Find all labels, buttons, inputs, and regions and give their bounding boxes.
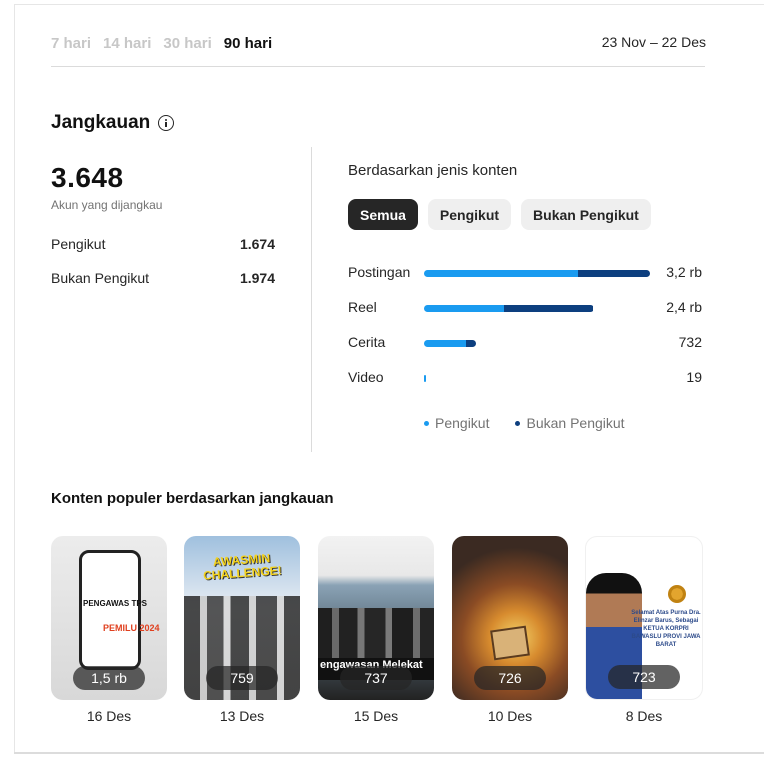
bar-segment-non-followers (577, 270, 650, 277)
bar-value: 732 (678, 334, 702, 350)
filter-chip-semua[interactable]: Semua (348, 199, 418, 230)
filter-chip-pengikut[interactable]: Pengikut (427, 199, 512, 230)
bar-value: 2,4 rb (666, 299, 702, 315)
legend-dot-followers (424, 420, 429, 426)
bar-segment-non-followers (466, 340, 476, 347)
bar-track (424, 340, 476, 347)
reach-count-badge: 726 (474, 666, 546, 690)
legend-label: Bukan Pengikut (526, 415, 625, 431)
bar-value: 19 (686, 369, 702, 385)
bar-value: 3,2 rb (666, 264, 702, 280)
stat-row-followers: Pengikut 1.674 (51, 236, 275, 252)
frame-border-left (14, 4, 15, 754)
stat-row-non-followers: Bukan Pengikut 1.974 (51, 270, 275, 286)
popular-post-thumbnail[interactable]: engawasan Melekat 737 (318, 536, 434, 700)
thumbnail-caption: Selamat Atas Purna Dra. Elinzar Barus, S… (631, 610, 701, 649)
tab-90-hari[interactable]: 90 hari (224, 35, 272, 52)
post-date: 15 Des (353, 708, 399, 724)
stat-label: Bukan Pengikut (51, 270, 150, 286)
bar-row-cerita: Cerita 732 (348, 334, 702, 354)
tab-30-hari[interactable]: 30 hari (163, 35, 211, 52)
filter-chip-bukan-pengikut[interactable]: Bukan Pengikut (521, 199, 651, 230)
bar-label: Cerita (348, 334, 386, 350)
bar-track (424, 305, 594, 312)
tab-14-hari[interactable]: 14 hari (103, 35, 151, 52)
post-date: 8 Des (625, 708, 663, 724)
phone-graphic (79, 550, 141, 670)
legend-dot-non-followers (515, 420, 521, 426)
popular-post-thumbnail[interactable]: PENGAWAS TPS PEMILU 2024 1,5 rb (51, 536, 167, 700)
reach-count-badge: 723 (608, 665, 680, 689)
reach-count-badge: 1,5 rb (73, 666, 145, 690)
post-date: 13 Des (219, 708, 265, 724)
reach-total: 3.648 (51, 162, 124, 193)
by-content-title: Berdasarkan jenis konten (348, 162, 518, 179)
bar-label: Video (348, 369, 384, 385)
stat-label: Pengikut (51, 236, 106, 252)
bar-segment-non-followers (503, 305, 594, 312)
thumbnail-illustration (490, 625, 530, 661)
bar-track (424, 270, 650, 277)
thumbnail-caption: AWASMIN CHALLENGE! (202, 551, 283, 583)
bar-track (424, 375, 426, 382)
thumbnail-photo (318, 608, 434, 658)
period-tabs: 7 hari 14 hari 30 hari 90 hari (51, 35, 284, 52)
header-divider (51, 66, 705, 67)
tab-7-hari[interactable]: 7 hari (51, 35, 91, 52)
thumbnail-caption: PENGAWAS TPS (83, 599, 148, 608)
reach-count-badge: 759 (206, 666, 278, 690)
reach-title-text: Jangkauan (51, 112, 151, 133)
stat-value: 1.974 (239, 270, 275, 286)
bar-segment-followers (424, 270, 578, 277)
reach-title: Jangkauan (51, 112, 175, 134)
legend-item-followers: Pengikut (424, 415, 489, 431)
post-date: 10 Des (487, 708, 533, 724)
popular-content-title: Konten populer berdasarkan jangkauan (51, 490, 334, 507)
frame-border-top (14, 4, 764, 5)
bar-segment-followers (424, 340, 467, 347)
stat-value: 1.674 (239, 236, 275, 252)
date-range: 23 Nov – 22 Des (601, 34, 706, 50)
bar-segment-followers (424, 305, 504, 312)
reach-count-badge: 737 (340, 666, 412, 690)
popular-post-thumbnail[interactable]: AWASMIN CHALLENGE! 759 (184, 536, 300, 700)
bar-row-reel: Reel 2,4 rb (348, 299, 702, 319)
bar-label: Postingan (348, 264, 411, 280)
bar-row-video: Video 19 (348, 369, 702, 389)
content-filter-chips: Semua Pengikut Bukan Pengikut (348, 199, 651, 230)
column-divider (311, 147, 312, 452)
legend-label: Pengikut (435, 415, 490, 431)
bar-row-postingan: Postingan 3,2 rb (348, 264, 702, 284)
thumbnail-caption: PEMILU 2024 (103, 623, 160, 633)
bar-segment-followers (424, 375, 426, 382)
frame-border-bottom (14, 752, 764, 754)
info-icon[interactable] (158, 115, 175, 131)
popular-post-thumbnail[interactable]: 726 (452, 536, 568, 700)
bar-legend: Pengikut Bukan Pengikut (424, 415, 625, 431)
post-date: 16 Des (86, 708, 132, 724)
legend-item-non-followers: Bukan Pengikut (515, 415, 625, 431)
popular-post-thumbnail[interactable]: Selamat Atas Purna Dra. Elinzar Barus, S… (585, 536, 703, 700)
emblem-icon (668, 585, 686, 603)
bar-label: Reel (348, 299, 377, 315)
reach-total-label: Akun yang dijangkau (51, 198, 163, 212)
